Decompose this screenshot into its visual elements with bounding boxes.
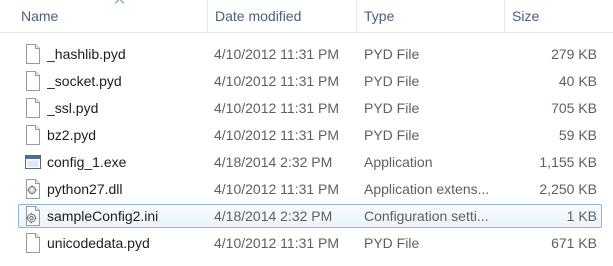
column-header-date-label: Date modified (215, 8, 302, 24)
file-date-modified: 4/10/2012 11:31 PM (214, 100, 340, 116)
column-header-type-label: Type (364, 8, 395, 24)
file-row[interactable]: bz2.pyd 4/10/2012 11:31 PM PYD File 59 KB (0, 122, 613, 149)
file-row-selected[interactable]: sampleConfig2.ini 4/18/2014 2:32 PM Config… (0, 203, 613, 230)
file-name: _socket.pyd (47, 73, 122, 89)
file-name: config_1.exe (47, 154, 127, 170)
file-date-modified: 4/18/2014 2:32 PM (214, 208, 333, 224)
file-type: Application extens... (364, 181, 490, 197)
file-size: 279 KB (551, 46, 597, 62)
file-row[interactable]: _socket.pyd 4/10/2012 11:31 PM PYD File 40 … (0, 68, 613, 95)
file-date-modified: 4/10/2012 11:31 PM (214, 235, 340, 251)
file-type: Configuration setti... (364, 208, 489, 224)
file-row[interactable]: python27.dll 4/10/2012 11:31 PM Applicatio… (0, 176, 613, 203)
blank-file-icon (25, 98, 41, 118)
file-type: Application (364, 154, 433, 170)
file-name: bz2.pyd (47, 127, 97, 143)
file-size: 59 KB (558, 127, 597, 143)
file-type: PYD File (364, 46, 420, 62)
file-date-modified: 4/10/2012 11:31 PM (214, 127, 340, 143)
blank-file-icon (25, 125, 41, 145)
file-size: 1 KB (566, 208, 597, 224)
blank-file-icon (25, 44, 41, 64)
file-type: PYD File (364, 127, 420, 143)
settings-file-icon (25, 206, 41, 226)
application-window-icon (25, 152, 41, 172)
column-header-type[interactable]: Type (356, 0, 504, 32)
file-list: _hashlib.pyd 4/10/2012 11:31 PM PYD File 27… (0, 41, 613, 257)
file-row[interactable]: unicodedata.pyd 4/10/2012 11:31 PM PYD Fil… (0, 230, 613, 257)
file-name: _ssl.pyd (47, 100, 99, 116)
file-name: unicodedata.pyd (47, 235, 150, 251)
file-date-modified: 4/10/2012 11:31 PM (214, 73, 340, 89)
file-row[interactable]: config_1.exe 4/18/2014 2:32 PM Application… (0, 149, 613, 176)
column-header-bar: Name Date modified Type Size (0, 0, 613, 33)
file-size: 2,250 KB (539, 181, 597, 197)
file-date-modified: 4/18/2014 2:32 PM (214, 154, 333, 170)
column-header-date-modified[interactable]: Date modified (207, 0, 356, 32)
file-name: python27.dll (47, 181, 123, 197)
file-date-modified: 4/10/2012 11:31 PM (214, 181, 340, 197)
file-type: PYD File (364, 100, 420, 116)
dll-gear-file-icon (25, 179, 41, 199)
file-name: _hashlib.pyd (47, 46, 126, 62)
file-size: 705 KB (551, 100, 597, 116)
file-name: sampleConfig2.ini (47, 208, 159, 224)
file-type: PYD File (364, 235, 420, 251)
file-row[interactable]: _hashlib.pyd 4/10/2012 11:31 PM PYD File 27… (0, 41, 613, 68)
file-size: 1,155 KB (539, 154, 597, 170)
blank-file-icon (25, 71, 41, 91)
column-header-name-label: Name (21, 8, 59, 24)
column-header-size-label: Size (512, 8, 540, 24)
column-header-size[interactable]: Size (504, 0, 613, 32)
file-type: PYD File (364, 73, 420, 89)
file-size: 40 KB (558, 73, 597, 89)
sort-ascending-icon (114, 0, 125, 4)
file-size: 671 KB (551, 235, 597, 251)
file-row[interactable]: _ssl.pyd 4/10/2012 11:31 PM PYD File 705 KB (0, 95, 613, 122)
blank-file-icon (25, 233, 41, 253)
file-date-modified: 4/10/2012 11:31 PM (214, 46, 340, 62)
column-header-name[interactable]: Name (14, 0, 207, 32)
